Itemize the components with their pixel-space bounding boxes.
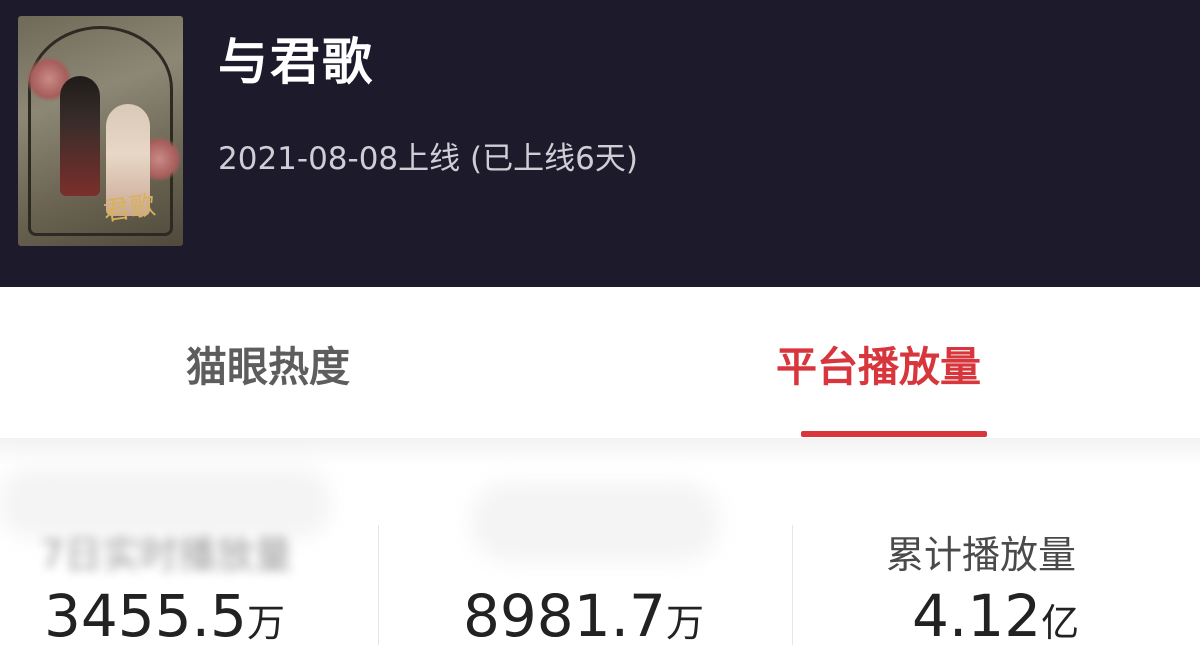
stat-label-7day: 7日实时播放量	[40, 533, 293, 577]
stat-number: 8981.7	[463, 582, 666, 650]
stat-unit: 万	[246, 601, 285, 645]
stat-divider	[378, 525, 379, 645]
poster-figure-male	[60, 76, 100, 196]
stat-value-total: 4.12亿	[912, 582, 1079, 650]
stat-label-total: 累计播放量	[886, 533, 1077, 577]
stat-unit: 亿	[1041, 601, 1080, 645]
show-title: 与君歌	[218, 33, 374, 91]
release-info: 2021-08-08上线 (已上线6天)	[218, 141, 638, 177]
tab-platform-plays[interactable]: 平台播放量	[776, 333, 981, 393]
stat-value-middle: 8981.7万	[463, 582, 704, 650]
blur-overlay	[470, 482, 720, 562]
show-poster[interactable]: 君歌	[18, 16, 183, 246]
stat-number: 4.12	[912, 582, 1042, 650]
stat-divider	[792, 525, 793, 645]
stat-number: 3455.5	[44, 582, 247, 650]
stat-value-7day: 3455.5万	[44, 582, 285, 650]
poster-title-art: 君歌	[101, 190, 158, 228]
active-tab-indicator	[801, 431, 987, 437]
show-header: 君歌 与君歌 2021-08-08上线 (已上线6天)	[0, 0, 1200, 287]
tab-maoyan-heat[interactable]: 猫眼热度	[186, 333, 350, 393]
stat-unit: 万	[665, 601, 704, 645]
